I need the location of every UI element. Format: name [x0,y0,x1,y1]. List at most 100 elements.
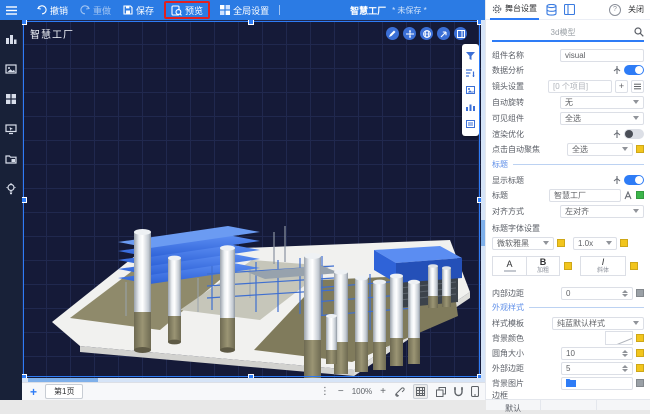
component-name-input[interactable]: visual [560,49,644,62]
font-family-swatch[interactable] [557,239,565,247]
font-size-swatch[interactable] [620,239,628,247]
data-analysis-toggle[interactable] [624,65,644,75]
globe-icon [423,30,431,38]
filter-icon[interactable] [466,52,475,60]
click-focus-select[interactable]: 全选 [567,143,633,156]
show-title-toggle[interactable] [624,175,644,185]
title-text-input[interactable]: 智慧工厂 [549,189,621,202]
move-icon [406,30,414,38]
margin-swatch[interactable] [636,364,644,372]
outer-margin-input[interactable]: 5 [561,362,633,375]
page-tab[interactable]: 第1页 [45,384,83,399]
stepper-icon[interactable] [622,290,628,297]
layout-icon[interactable] [564,4,575,15]
render-optimize-toggle[interactable] [624,129,644,139]
link-button[interactable] [394,386,405,397]
share-button[interactable] [437,27,450,40]
visible-components-select[interactable]: 全选 [560,112,644,125]
underline-button[interactable]: A [492,256,526,276]
toolbar-separator [279,5,280,15]
chart-icon[interactable] [466,103,475,111]
panel-toggle-button[interactable] [454,27,467,40]
border-default-button[interactable]: 默认 [486,400,541,410]
grid-toggle-button[interactable] [413,384,428,399]
orbit-button[interactable] [420,27,433,40]
radius-swatch[interactable] [636,349,644,357]
magnet-button[interactable] [454,387,463,397]
bind-icon[interactable] [613,130,621,138]
resize-handle-w[interactable] [22,197,27,203]
field-label: 背景图片 [492,378,524,389]
bg-image-picker[interactable] [561,377,633,390]
auto-rotate-select[interactable]: 无 [560,96,644,109]
text-style-icon[interactable] [624,191,633,200]
3d-scene[interactable] [22,20,485,382]
search-icon[interactable] [634,27,644,37]
undo-button[interactable]: 撤销 [31,0,74,20]
title-color-swatch[interactable] [636,191,644,199]
3d-viewport[interactable]: 智慧工厂 [22,20,485,382]
sidebar-item-lights[interactable] [5,182,18,195]
zoom-level: 100% [352,387,372,396]
border-box-button[interactable] [597,400,650,410]
bg-color-swatch[interactable] [636,334,644,342]
bold-color-swatch[interactable] [564,262,572,270]
preview-button[interactable]: 预览 [164,1,210,19]
layers-button[interactable] [436,387,446,397]
list-icon[interactable] [466,120,475,128]
focus-color-swatch[interactable] [636,145,644,153]
sidebar-item-components[interactable] [5,92,18,105]
add-page-button[interactable]: + [30,386,37,398]
stepper-icon[interactable] [622,350,628,357]
more-options-icon[interactable]: ⋮ [320,386,330,397]
pan-button[interactable] [403,27,416,40]
field-label: 内部边距 [492,288,524,299]
camera-list-button[interactable] [631,80,644,93]
italic-button[interactable]: I 斜体 [580,256,626,276]
device-preview-button[interactable] [471,386,479,397]
zoom-out-button[interactable]: − [338,386,344,397]
tab-stage-settings[interactable]: 舞台设置 [490,0,539,20]
resize-handle-nw[interactable] [22,20,27,25]
border-button-group: 默认 [486,399,650,410]
zoom-in-button[interactable]: + [380,386,386,397]
row-inner-padding: 内部边距 0 [492,286,644,300]
help-button[interactable]: ? [609,4,621,16]
redo-button[interactable]: 重做 [74,0,117,20]
sidebar-item-scenes[interactable] [5,122,18,135]
edit-mode-button[interactable] [386,27,399,40]
bold-button[interactable]: B 加粗 [526,256,560,276]
database-icon[interactable] [546,4,557,16]
style-template-select[interactable]: 纯蓝默认样式 [552,317,644,330]
bind-icon[interactable] [613,66,621,74]
sidebar-item-assets[interactable] [5,152,18,165]
save-button[interactable]: 保存 [117,0,160,20]
bottom-statusbar: + 第1页 ⋮ − 100% + [22,382,485,400]
add-camera-button[interactable]: + [615,80,628,93]
no-color-swatch[interactable] [605,331,633,345]
close-button[interactable]: 关闭 [628,4,644,15]
resize-handle-n[interactable] [248,20,254,25]
sort-icon[interactable] [466,69,475,77]
redo-label: 重做 [93,4,111,17]
sidebar-item-models[interactable] [5,32,18,45]
snapshot-icon[interactable] [466,86,475,94]
sidebar-item-textures[interactable] [5,62,18,75]
bind-icon[interactable] [613,176,621,184]
bg-image-swatch[interactable] [636,379,644,387]
align-select[interactable]: 左对齐 [560,205,644,218]
border-paint-button[interactable] [541,400,596,410]
viewport-camera-controls [386,27,467,40]
camera-items-field[interactable]: [0 个项目] [548,80,612,93]
corner-radius-input[interactable]: 10 [561,347,633,360]
font-family-select[interactable]: 微软雅黑 [492,237,554,250]
padding-swatch[interactable] [636,289,644,297]
font-size-select[interactable]: 1.0x [573,237,617,250]
component-search[interactable]: 3d模型 [492,24,644,42]
italic-color-swatch[interactable] [630,262,638,270]
global-settings-button[interactable]: 全局设置 [214,0,275,20]
preview-label: 预览 [185,4,203,17]
menu-button[interactable] [0,0,23,20]
inner-padding-input[interactable]: 0 [561,287,633,300]
stepper-icon[interactable] [622,365,628,372]
